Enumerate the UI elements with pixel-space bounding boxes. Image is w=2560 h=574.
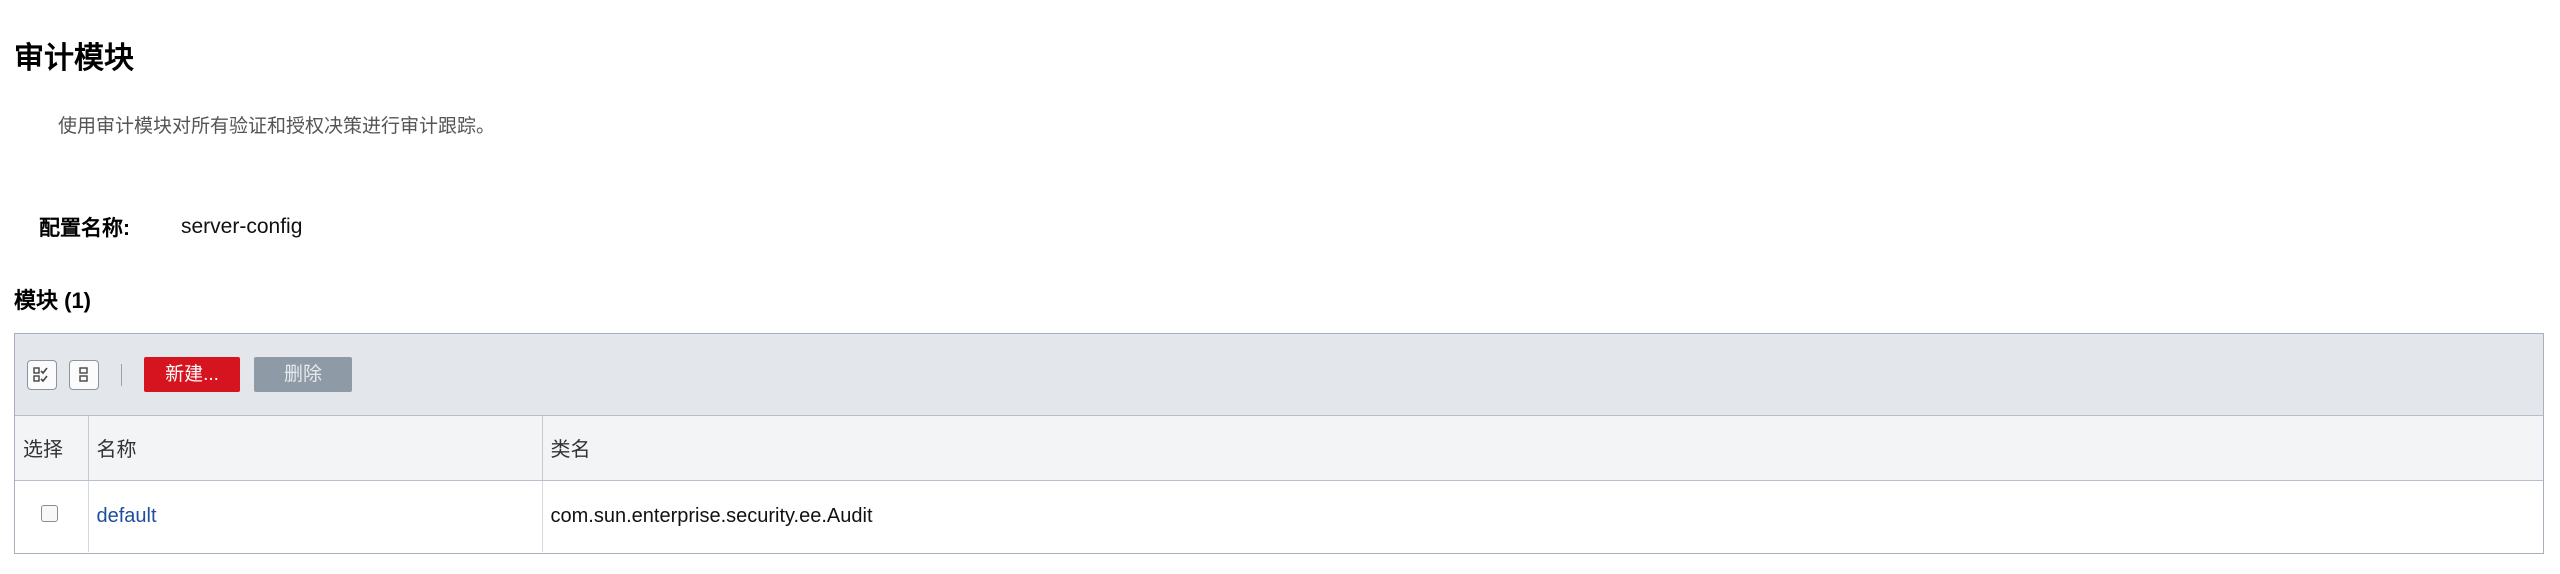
modules-grid: 选择 名称 类名 default com.sun.enterprise.secu… [15, 416, 2543, 552]
config-name-row: 配置名称: server-config [39, 212, 302, 242]
column-header-select[interactable]: 选择 [15, 416, 89, 481]
new-button[interactable]: 新建... [144, 357, 240, 392]
column-header-name[interactable]: 名称 [88, 416, 543, 481]
row-name-cell: default [88, 480, 543, 552]
column-header-classname[interactable]: 类名 [542, 416, 2543, 481]
row-checkbox[interactable] [41, 504, 58, 522]
table-toolbar: 新建... 删除 [15, 334, 2543, 416]
modules-section-title: 模块 (1) [14, 288, 92, 313]
table-row: default com.sun.enterprise.security.ee.A… [15, 480, 2543, 552]
row-classname-cell: com.sun.enterprise.security.ee.Audit [550, 504, 873, 527]
page-description: 使用审计模块对所有验证和授权决策进行审计跟踪。 [58, 116, 496, 137]
deselect-all-icon[interactable] [69, 359, 99, 390]
delete-button[interactable]: 删除 [254, 357, 352, 392]
table-header-row: 选择 名称 类名 [15, 416, 2543, 481]
config-name-value: server-config [181, 215, 303, 238]
config-name-label: 配置名称: [39, 217, 130, 240]
toolbar-separator [121, 363, 122, 386]
modules-table: 新建... 删除 选择 名称 类名 default com.sun.enterp… [14, 333, 2544, 554]
page-title: 审计模块 [14, 42, 134, 75]
module-name-link[interactable]: default [97, 505, 157, 527]
row-select-cell [15, 480, 89, 552]
select-all-icon[interactable] [27, 359, 57, 390]
